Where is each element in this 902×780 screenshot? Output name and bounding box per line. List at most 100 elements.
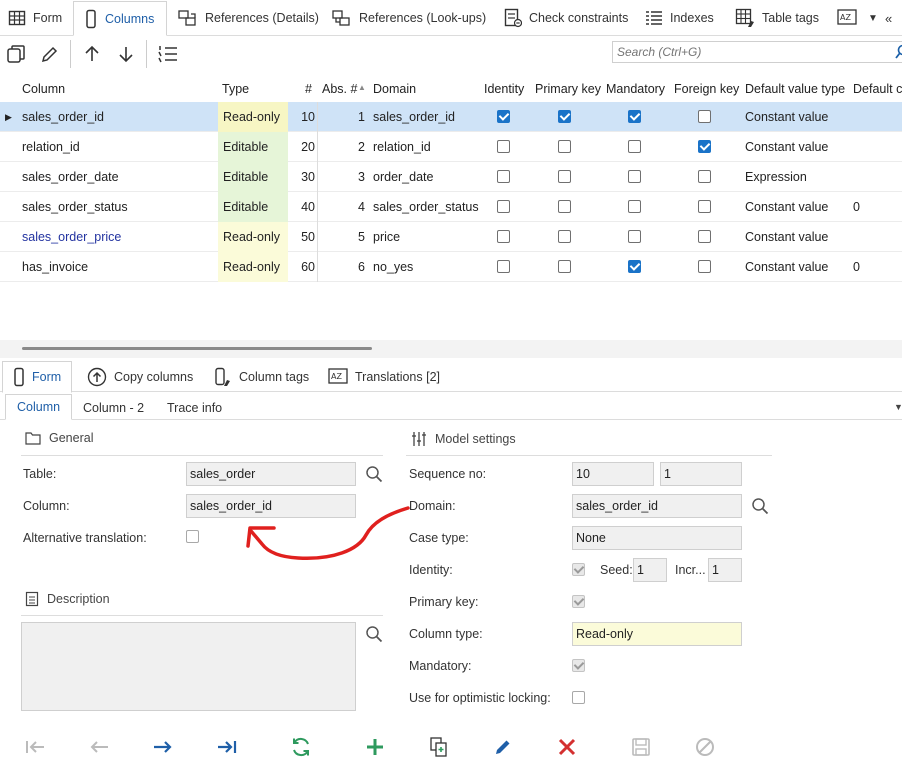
checkbox-foreign-key[interactable] <box>698 170 711 183</box>
next-record-icon[interactable] <box>152 736 174 758</box>
checkbox-primary-key[interactable] <box>558 230 571 243</box>
sequence-field-2[interactable]: 1 <box>660 462 742 486</box>
checkbox-mandatory[interactable] <box>628 140 641 153</box>
cell-type[interactable]: Editable <box>218 192 288 222</box>
tab-translations[interactable]: AZ <box>837 4 857 32</box>
checkbox-primary-key[interactable] <box>558 200 571 213</box>
first-record-icon[interactable] <box>24 736 46 758</box>
table-row[interactable]: sales_order_date Editable 30 3 order_date Exp… <box>0 162 902 192</box>
tab-column-tags[interactable]: Column tags <box>214 365 309 389</box>
checkbox-identity[interactable] <box>497 260 510 273</box>
tab-check-constraints[interactable]: Check constraints <box>504 4 628 32</box>
checkbox-mandatory[interactable] <box>628 110 641 123</box>
cell-type[interactable]: Read-only <box>218 222 288 252</box>
checkbox-mandatory[interactable] <box>628 170 641 183</box>
cell-domain[interactable]: price <box>373 222 400 252</box>
cell-abs[interactable]: 3 <box>318 162 365 192</box>
move-up-icon[interactable] <box>80 42 104 66</box>
tab-references-details[interactable]: References (Details) <box>178 4 319 32</box>
cell-default-value-type[interactable]: Constant value <box>745 102 828 132</box>
cell-default[interactable]: 0 <box>853 252 860 282</box>
checkbox-identity[interactable] <box>497 170 510 183</box>
cell-abs[interactable]: 2 <box>318 132 365 162</box>
checkbox-identity[interactable] <box>497 200 510 213</box>
table-row[interactable]: sales_order_price Read-only 50 5 price Consta… <box>0 222 902 252</box>
checkbox-foreign-key[interactable] <box>698 260 711 273</box>
seed-field[interactable]: 1 <box>633 558 667 582</box>
sequence-field[interactable]: 10 <box>572 462 654 486</box>
save-icon[interactable] <box>630 736 652 758</box>
checkbox-mandatory[interactable] <box>628 260 641 273</box>
cell-type[interactable]: Read-only <box>218 102 288 132</box>
cancel-icon[interactable] <box>694 736 716 758</box>
delete-icon[interactable] <box>556 736 578 758</box>
tab-references-lookups[interactable]: References (Look-ups) <box>332 4 486 32</box>
subtab-trace-info[interactable]: Trace info <box>167 398 222 420</box>
tab-copy-columns[interactable]: Copy columns <box>87 365 193 389</box>
cell-num[interactable]: 30 <box>288 162 315 192</box>
checkbox-primary-key[interactable] <box>558 170 571 183</box>
identity-checkbox[interactable] <box>572 563 585 576</box>
copy-icon[interactable] <box>4 42 28 66</box>
cell-default[interactable]: 0 <box>853 192 860 222</box>
table-row[interactable]: has_invoice Read-only 60 6 no_yes Constant va… <box>0 252 902 282</box>
tab-overflow-icon[interactable]: ▼ <box>868 4 878 32</box>
cell-num[interactable]: 60 <box>288 252 315 282</box>
chevron-down-icon[interactable]: ▼ <box>894 402 902 412</box>
move-down-icon[interactable] <box>114 42 138 66</box>
cell-abs[interactable]: 5 <box>318 222 365 252</box>
refresh-icon[interactable] <box>290 736 312 758</box>
checkbox-mandatory[interactable] <box>628 200 641 213</box>
search-icon[interactable] <box>365 465 383 483</box>
cell-abs[interactable]: 1 <box>318 102 365 132</box>
tab-columns[interactable]: Columns <box>73 1 168 36</box>
table-row[interactable]: ▶ sales_order_id Read-only 10 1 sales_order_i… <box>0 102 902 132</box>
cell-num[interactable]: 50 <box>288 222 315 252</box>
subtab-column-2[interactable]: Column - 2 <box>83 398 144 420</box>
cell-num[interactable]: 20 <box>288 132 315 162</box>
add-icon[interactable] <box>364 736 386 758</box>
cell-default-value-type[interactable]: Constant value <box>745 192 828 222</box>
tab-bottom-form[interactable]: Form <box>2 361 73 393</box>
cell-column[interactable]: sales_order_status <box>22 192 128 222</box>
checkbox-identity[interactable] <box>497 230 510 243</box>
checkbox-primary-key[interactable] <box>558 140 571 153</box>
search-icon[interactable] <box>365 625 383 643</box>
incr-field[interactable]: 1 <box>708 558 742 582</box>
mandatory-checkbox[interactable] <box>572 659 585 672</box>
tab-form[interactable]: Form <box>8 4 62 32</box>
cell-type[interactable]: Read-only <box>218 252 288 282</box>
checkbox-mandatory[interactable] <box>628 230 641 243</box>
numbered-list-icon[interactable] <box>156 42 180 66</box>
last-record-icon[interactable] <box>216 736 238 758</box>
cell-default-value-type[interactable]: Constant value <box>745 252 828 282</box>
cell-type[interactable]: Editable <box>218 132 288 162</box>
cell-type[interactable]: Editable <box>218 162 288 192</box>
cell-column[interactable]: has_invoice <box>22 252 88 282</box>
search-icon[interactable] <box>751 497 769 515</box>
edit-icon[interactable] <box>38 42 62 66</box>
optimistic-locking-checkbox[interactable] <box>572 691 585 704</box>
cell-domain[interactable]: sales_order_id <box>373 102 455 132</box>
tab-scroll-left-icon[interactable]: « <box>885 4 892 32</box>
cell-column[interactable]: sales_order_price <box>22 222 121 252</box>
checkbox-foreign-key[interactable] <box>698 230 711 243</box>
cell-num[interactable]: 40 <box>288 192 315 222</box>
checkbox-foreign-key[interactable] <box>698 140 711 153</box>
search-icon[interactable] <box>895 44 902 60</box>
primary-key-checkbox[interactable] <box>572 595 585 608</box>
checkbox-identity[interactable] <box>497 110 510 123</box>
cell-default-value-type[interactable]: Expression <box>745 162 807 192</box>
cell-column[interactable]: sales_order_id <box>22 102 104 132</box>
alt-translation-checkbox[interactable] <box>186 530 199 543</box>
cell-abs[interactable]: 6 <box>318 252 365 282</box>
description-textarea[interactable] <box>21 622 356 711</box>
table-row[interactable]: relation_id Editable 20 2 relation_id Constan… <box>0 132 902 162</box>
cell-column[interactable]: relation_id <box>22 132 80 162</box>
checkbox-foreign-key[interactable] <box>698 200 711 213</box>
table-row[interactable]: sales_order_status Editable 40 4 sales_order… <box>0 192 902 222</box>
scrollbar-thumb[interactable] <box>22 347 372 350</box>
horizontal-scrollbar[interactable] <box>0 340 902 358</box>
column-type-field[interactable]: Read-only <box>572 622 742 646</box>
tab-indexes[interactable]: Indexes <box>645 4 714 32</box>
